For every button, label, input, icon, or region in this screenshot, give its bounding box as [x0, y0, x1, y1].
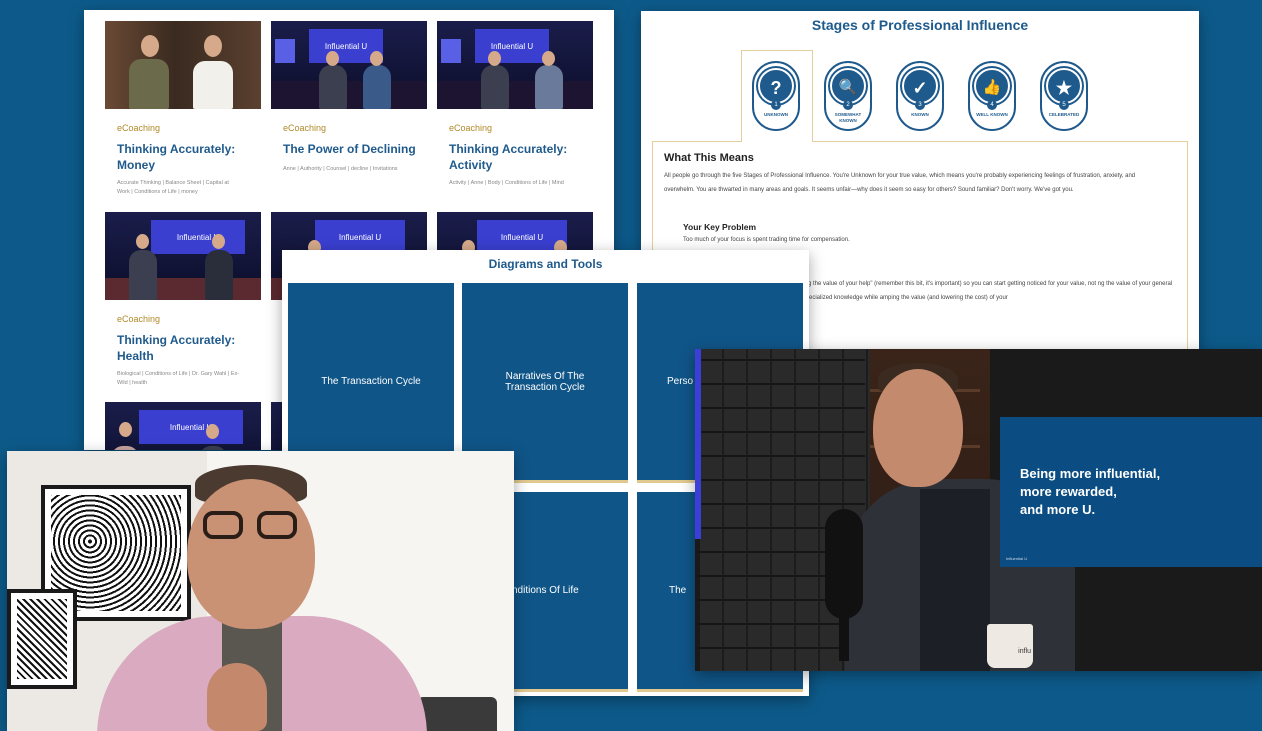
course-thumbnail[interactable]: Influential U — [105, 402, 261, 450]
course-category: eCoaching — [117, 123, 161, 133]
check-icon: ✓ — [902, 68, 938, 104]
overlay-line: Being more influential, — [1020, 466, 1161, 481]
stage-label: KNOWN — [911, 112, 929, 117]
search-icon: 🔍 — [830, 68, 866, 104]
course-category: eCoaching — [117, 314, 161, 324]
overlay-slide: Being more influential, more rewarded, a… — [1000, 417, 1262, 567]
key-problem-body: Too much of your focus is spent trading … — [683, 237, 850, 243]
thumbs-up-icon: 👍 — [974, 68, 1010, 104]
glasses — [203, 511, 303, 539]
partial-body-text: plishing the value of your help" (rememb… — [791, 281, 1173, 301]
key-problem-heading: Your Key Problem — [683, 222, 757, 232]
thumbnail-logo: Influential U — [139, 410, 243, 444]
course-thumbnail[interactable]: Influential U — [271, 21, 427, 109]
course-thumbnail[interactable]: Influential U — [437, 21, 593, 109]
stage-label: SOMEWHAT KNOWN — [834, 112, 862, 123]
course-thumbnail[interactable] — [105, 21, 261, 109]
stage-badge-somewhat-known[interactable]: 🔍 2 SOMEWHAT KNOWN — [824, 61, 872, 131]
course-tags: Anne | Authority | Counsel | decline | I… — [283, 166, 398, 172]
stages-title: Stages of Professional Influence — [811, 17, 1029, 33]
overlay-line: more rewarded, — [1020, 484, 1117, 499]
question-icon: ? — [758, 68, 794, 104]
stage-badge-unknown[interactable]: ? 1 UNKNOWN — [752, 61, 800, 131]
course-title[interactable]: The Power of Declining — [283, 141, 427, 157]
stage-badge-known[interactable]: ✓ 3 KNOWN — [896, 61, 944, 131]
microphone — [825, 509, 863, 619]
star-icon: ★ — [1046, 68, 1082, 104]
slide-watermark: Influential U — [1006, 556, 1028, 561]
course-title[interactable]: Thinking Accurately: Health — [117, 332, 237, 364]
wall-art — [7, 589, 77, 689]
course-tags: Biological | Conditions of Life | Dr. Ga… — [117, 371, 240, 386]
stage-badge-celebrated[interactable]: ★ 5 CELEBRATED — [1040, 61, 1088, 131]
thumbnail-logo: Influential U — [475, 29, 549, 63]
course-thumbnail[interactable]: Influential U — [105, 212, 261, 300]
course-category: eCoaching — [449, 123, 493, 133]
stage-label: CELEBRATED — [1048, 112, 1080, 117]
course-card[interactable]: Influential U — [105, 402, 261, 450]
course-card[interactable]: Influential U eCoaching Thinking Accurat… — [437, 21, 593, 188]
course-card[interactable]: Influential U eCoaching The Power of Dec… — [271, 21, 427, 174]
section-heading: What This Means — [664, 152, 754, 164]
coach-video-frame[interactable] — [7, 451, 514, 731]
overlay-line: and more U. — [1020, 502, 1096, 517]
stage-label: WELL KNOWN — [976, 112, 1008, 117]
course-card[interactable]: Influential U eCoaching Thinking Accurat… — [105, 212, 261, 388]
course-title[interactable]: Thinking Accurately: Activity — [449, 141, 569, 173]
podcast-video-frame[interactable]: influ Being more influential, more rewar… — [695, 349, 1262, 671]
section-body: All people go through the five Stages of… — [664, 173, 1136, 193]
course-title[interactable]: Thinking Accurately: Money — [117, 141, 237, 173]
course-category: eCoaching — [283, 123, 327, 133]
stage-label: UNKNOWN — [764, 112, 788, 117]
mug: influ — [987, 624, 1033, 668]
stage-badge-well-known[interactable]: 👍 4 WELL KNOWN — [968, 61, 1016, 131]
course-card[interactable]: eCoaching Thinking Accurately: Money Acc… — [105, 21, 261, 197]
diagrams-title: Diagrams and Tools — [488, 257, 603, 271]
thumbnail-logo: Influential U — [151, 220, 245, 254]
course-tags: Accurate Thinking | Balance Sheet | Capi… — [117, 180, 229, 195]
thumbnail-logo: Influential U — [315, 220, 405, 254]
course-tags: Activity | Anne | Body | Conditions of L… — [449, 180, 564, 186]
